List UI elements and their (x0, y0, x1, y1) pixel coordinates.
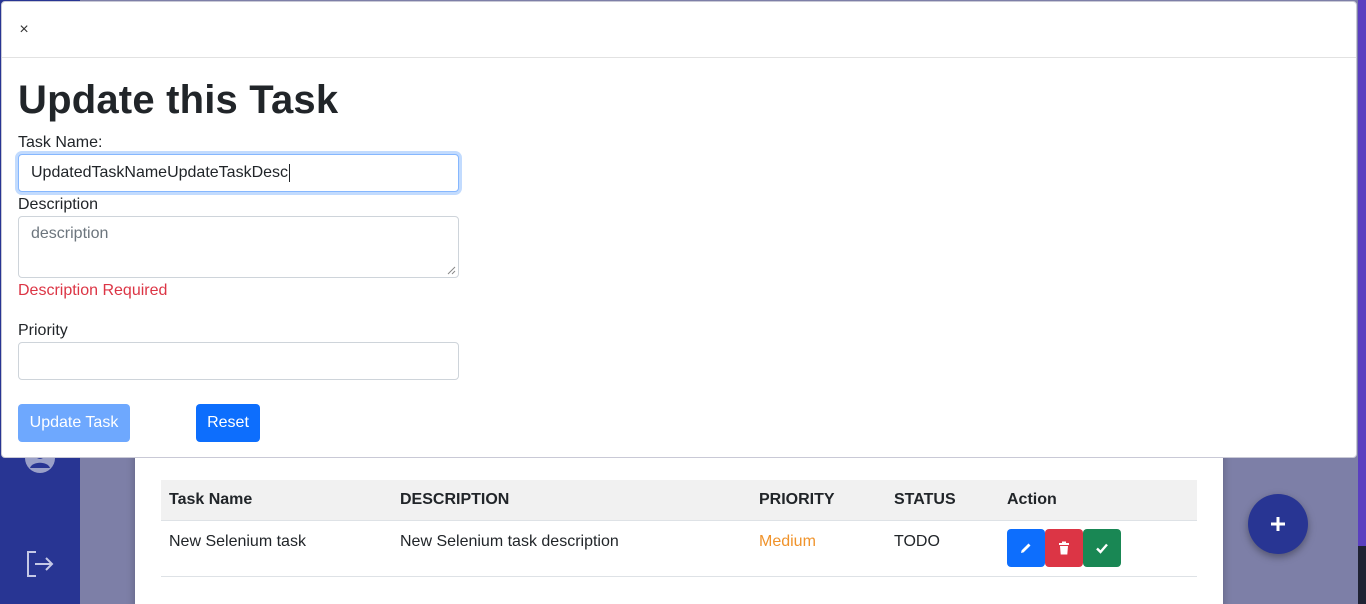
trash-icon (1059, 541, 1069, 554)
header-task-name: Task Name (161, 480, 392, 521)
header-priority: PRIORITY (751, 480, 886, 521)
plus-icon (1271, 517, 1285, 531)
task-name-input[interactable]: UpdatedTaskNameUpdateTaskDesc (18, 154, 459, 192)
action-buttons (1007, 528, 1189, 567)
header-action: Action (999, 480, 1197, 521)
resize-grip-icon[interactable] (447, 266, 456, 275)
cell-description: New Selenium task description (392, 520, 751, 577)
update-task-modal: × Update this Task Task Name: UpdatedTas… (1, 1, 1357, 458)
cell-status: TODO (886, 520, 999, 577)
description-error: Description Required (18, 282, 168, 299)
task-table: Task Name DESCRIPTION PRIORITY STATUS Ac… (161, 480, 1197, 577)
header-description: DESCRIPTION (392, 480, 751, 521)
right-edge-strip-dark (1358, 546, 1366, 604)
description-label: Description (18, 196, 99, 213)
right-edge-strip (1358, 0, 1366, 604)
reset-button[interactable]: Reset (196, 404, 260, 442)
task-name-value: UpdatedTaskNameUpdateTaskDesc (31, 164, 289, 181)
task-name-label: Task Name: (18, 134, 103, 151)
close-button[interactable]: × (16, 20, 32, 40)
priority-label: Priority (18, 322, 68, 339)
modal-title: Update this Task (18, 78, 339, 122)
cell-actions (999, 520, 1197, 577)
task-table-card: Task Name DESCRIPTION PRIORITY STATUS Ac… (135, 440, 1223, 604)
cell-task-name: New Selenium task (161, 520, 392, 577)
update-task-button[interactable]: Update Task (18, 404, 130, 442)
edit-task-button[interactable] (1007, 528, 1045, 567)
logout-icon[interactable] (22, 546, 58, 582)
check-icon (1096, 543, 1108, 554)
complete-task-button[interactable] (1083, 528, 1121, 567)
description-textarea[interactable]: description (18, 216, 459, 278)
delete-task-button[interactable] (1045, 528, 1083, 567)
priority-input[interactable] (18, 342, 459, 380)
table-header-row: Task Name DESCRIPTION PRIORITY STATUS Ac… (161, 480, 1197, 521)
text-caret (289, 163, 291, 182)
add-task-fab[interactable] (1248, 494, 1308, 554)
description-placeholder: description (31, 225, 109, 242)
table-row: New Selenium task New Selenium task desc… (161, 520, 1197, 577)
modal-header: × (2, 2, 1356, 58)
pencil-icon (1021, 543, 1031, 553)
header-status: STATUS (886, 480, 999, 521)
cell-priority: Medium (751, 520, 886, 577)
